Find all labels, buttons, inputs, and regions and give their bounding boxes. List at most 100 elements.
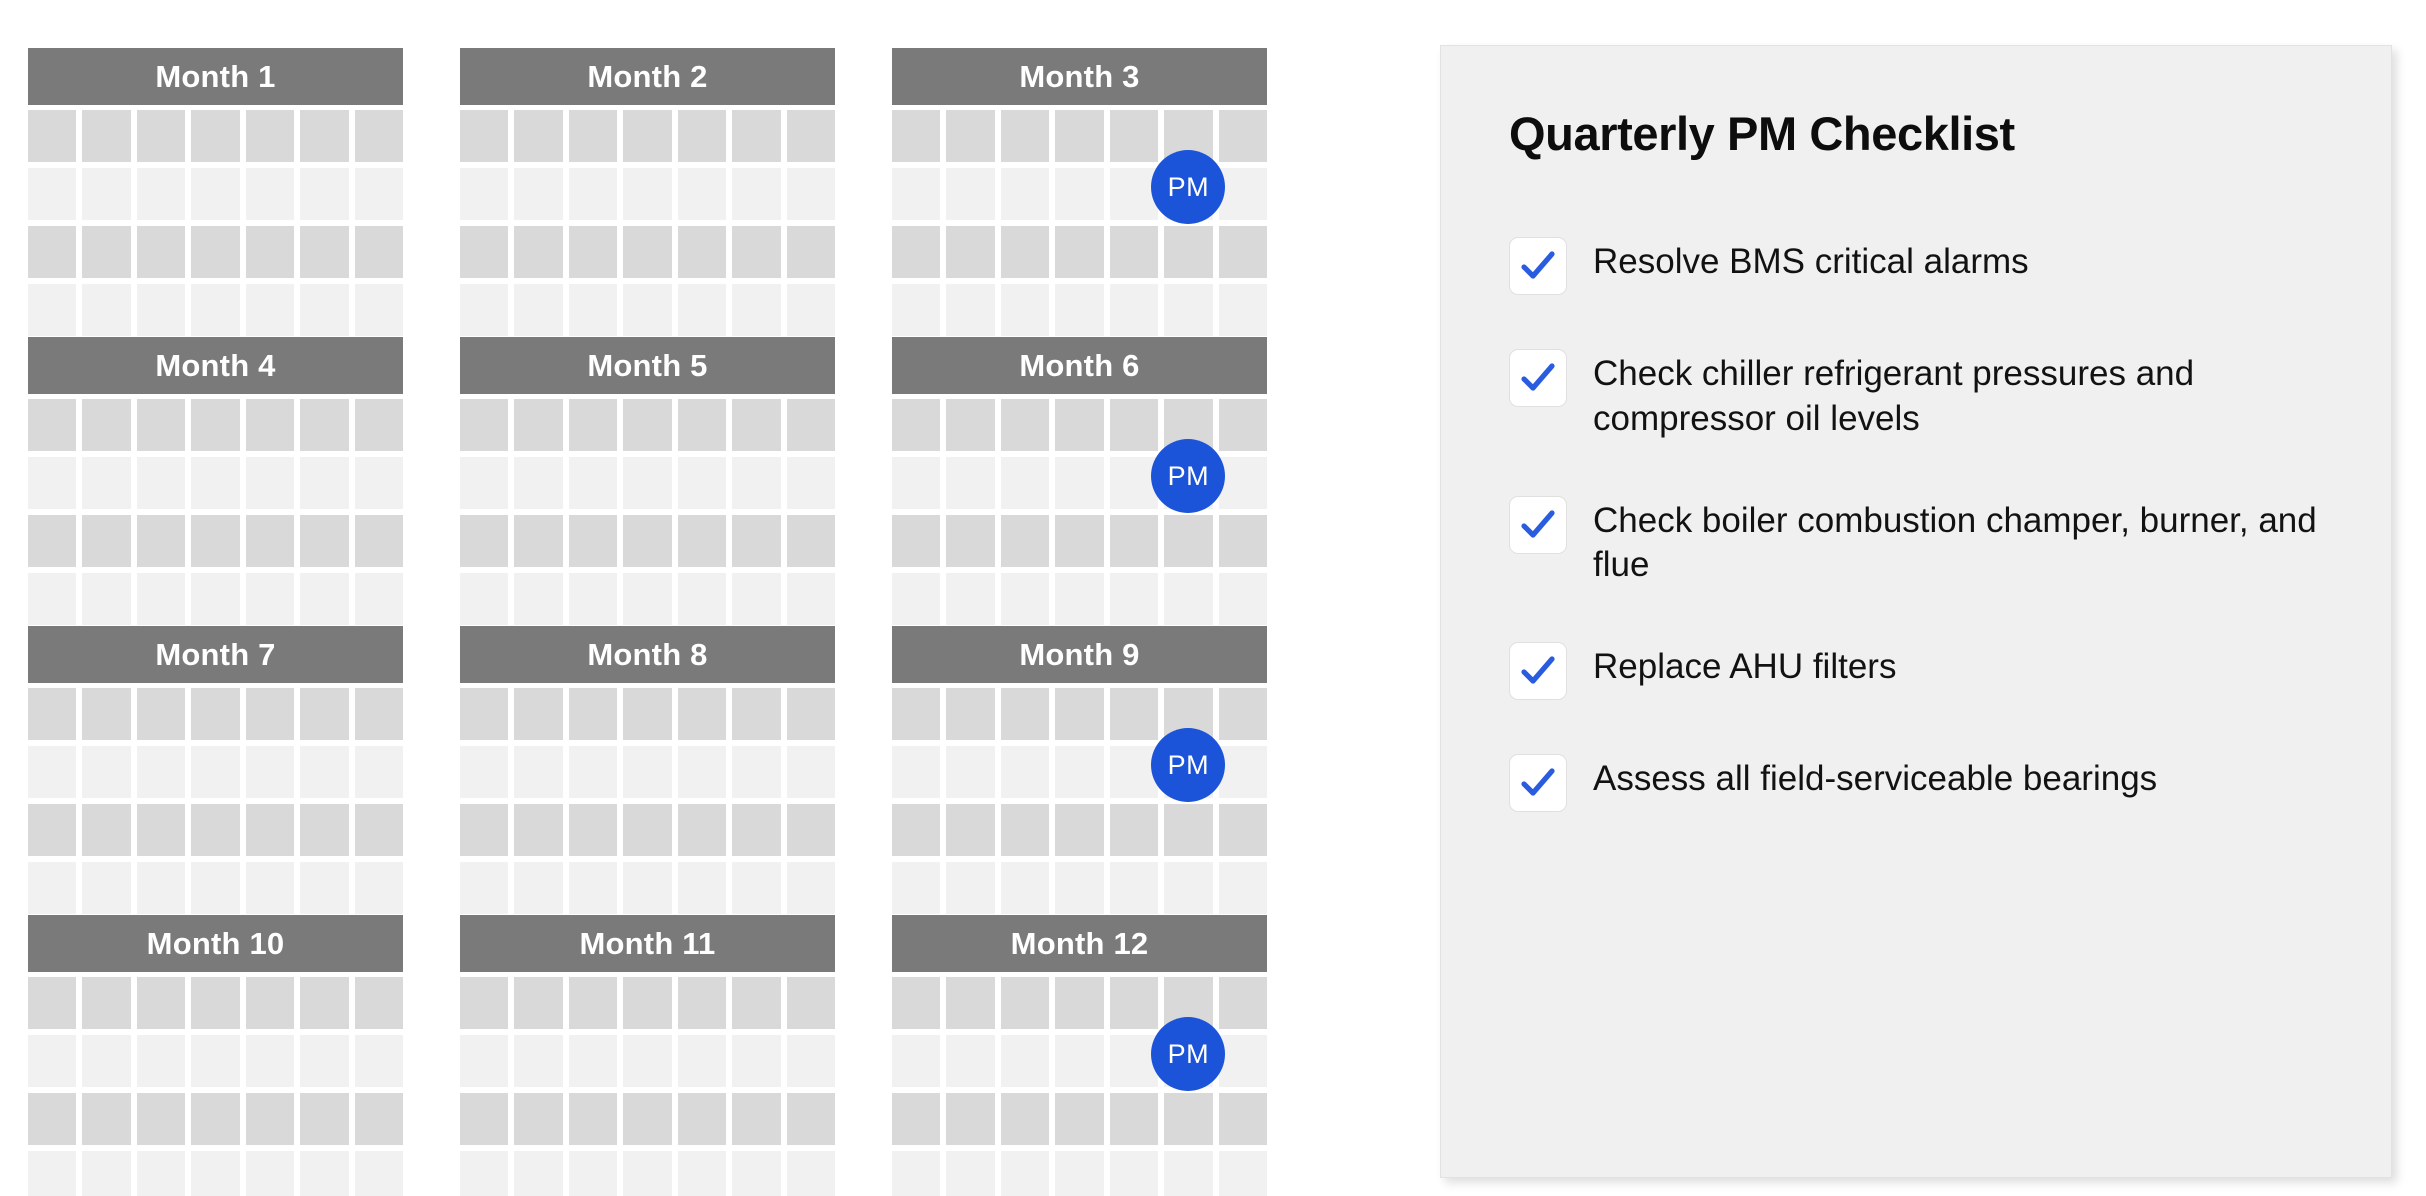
day-cell[interactable]	[623, 457, 672, 509]
day-cell[interactable]	[245, 746, 295, 798]
day-cell[interactable]	[1055, 1151, 1104, 1196]
day-cell[interactable]	[946, 862, 995, 914]
day-cell[interactable]	[732, 862, 781, 914]
day-cell[interactable]	[946, 573, 995, 625]
day-cell[interactable]	[732, 977, 781, 1029]
day-cell[interactable]	[1218, 977, 1267, 1029]
day-cell[interactable]	[568, 746, 618, 798]
day-cell[interactable]	[786, 110, 835, 162]
day-cell[interactable]	[677, 168, 727, 220]
day-cell[interactable]	[191, 977, 240, 1029]
day-cell[interactable]	[136, 515, 186, 567]
day-cell[interactable]	[568, 1093, 618, 1145]
day-cell[interactable]	[300, 746, 349, 798]
day-cell[interactable]	[677, 804, 727, 856]
day-cell[interactable]	[460, 284, 509, 336]
day-cell[interactable]	[136, 399, 186, 451]
day-cell[interactable]	[1000, 399, 1050, 451]
day-cell[interactable]	[28, 168, 77, 220]
day-cell[interactable]	[136, 110, 186, 162]
day-cell[interactable]	[354, 168, 403, 220]
day-cell[interactable]	[460, 573, 509, 625]
day-cell[interactable]	[1218, 573, 1267, 625]
day-cell[interactable]	[136, 168, 186, 220]
day-cell[interactable]	[1164, 515, 1213, 567]
day-cell[interactable]	[1218, 168, 1267, 220]
checkbox-checked-icon[interactable]	[1509, 349, 1567, 407]
day-cell[interactable]	[354, 457, 403, 509]
day-cell[interactable]	[191, 862, 240, 914]
day-cell[interactable]	[732, 746, 781, 798]
day-cell[interactable]	[354, 515, 403, 567]
day-cell[interactable]	[786, 746, 835, 798]
day-cell[interactable]	[460, 168, 509, 220]
day-cell[interactable]	[460, 746, 509, 798]
day-cell[interactable]	[568, 977, 618, 1029]
day-cell[interactable]	[1055, 515, 1104, 567]
day-cell[interactable]	[1218, 284, 1267, 336]
day-cell[interactable]	[300, 399, 349, 451]
day-cell[interactable]	[245, 110, 295, 162]
day-cell[interactable]	[677, 1093, 727, 1145]
day-cell[interactable]	[1000, 457, 1050, 509]
day-cell[interactable]	[1218, 1093, 1267, 1145]
pm-badge[interactable]: PM	[1151, 150, 1226, 224]
day-cell[interactable]	[514, 110, 563, 162]
day-cell[interactable]	[677, 1151, 727, 1196]
day-cell[interactable]	[28, 746, 77, 798]
day-cell[interactable]	[300, 226, 349, 278]
day-cell[interactable]	[136, 746, 186, 798]
day-cell[interactable]	[354, 110, 403, 162]
day-cell[interactable]	[82, 168, 131, 220]
day-cell[interactable]	[1055, 399, 1104, 451]
day-cell[interactable]	[354, 573, 403, 625]
day-cell[interactable]	[568, 168, 618, 220]
day-cell[interactable]	[82, 457, 131, 509]
day-cell[interactable]	[623, 1035, 672, 1087]
day-cell[interactable]	[623, 688, 672, 740]
day-cell[interactable]	[514, 168, 563, 220]
day-cell[interactable]	[892, 515, 941, 567]
day-cell[interactable]	[514, 573, 563, 625]
day-cell[interactable]	[1218, 226, 1267, 278]
day-cell[interactable]	[786, 284, 835, 336]
day-cell[interactable]	[514, 226, 563, 278]
day-cell[interactable]	[28, 226, 77, 278]
day-cell[interactable]	[732, 168, 781, 220]
day-cell[interactable]	[191, 226, 240, 278]
day-cell[interactable]	[946, 688, 995, 740]
day-cell[interactable]	[514, 1093, 563, 1145]
day-cell[interactable]	[568, 284, 618, 336]
day-cell[interactable]	[191, 1093, 240, 1145]
day-cell[interactable]	[786, 977, 835, 1029]
day-cell[interactable]	[28, 1093, 77, 1145]
day-cell[interactable]	[1055, 688, 1104, 740]
day-cell[interactable]	[300, 1035, 349, 1087]
checklist-item[interactable]: Replace AHU filters	[1509, 640, 2323, 701]
day-cell[interactable]	[1218, 688, 1267, 740]
day-cell[interactable]	[28, 515, 77, 567]
day-cell[interactable]	[786, 862, 835, 914]
day-cell[interactable]	[732, 1093, 781, 1145]
day-cell[interactable]	[1000, 746, 1050, 798]
day-cell[interactable]	[460, 110, 509, 162]
day-cell[interactable]	[786, 168, 835, 220]
day-cell[interactable]	[1055, 804, 1104, 856]
day-cell[interactable]	[245, 1035, 295, 1087]
day-cell[interactable]	[514, 804, 563, 856]
day-cell[interactable]	[1109, 515, 1159, 567]
day-cell[interactable]	[1109, 804, 1159, 856]
day-cell[interactable]	[82, 110, 131, 162]
day-cell[interactable]	[136, 804, 186, 856]
day-cell[interactable]	[786, 1151, 835, 1196]
day-cell[interactable]	[460, 804, 509, 856]
day-cell[interactable]	[245, 284, 295, 336]
day-cell[interactable]	[1000, 862, 1050, 914]
day-cell[interactable]	[623, 977, 672, 1029]
day-cell[interactable]	[623, 573, 672, 625]
day-cell[interactable]	[245, 399, 295, 451]
day-cell[interactable]	[568, 1035, 618, 1087]
day-cell[interactable]	[1109, 110, 1159, 162]
checklist-item[interactable]: Resolve BMS critical alarms	[1509, 235, 2323, 295]
day-cell[interactable]	[191, 399, 240, 451]
